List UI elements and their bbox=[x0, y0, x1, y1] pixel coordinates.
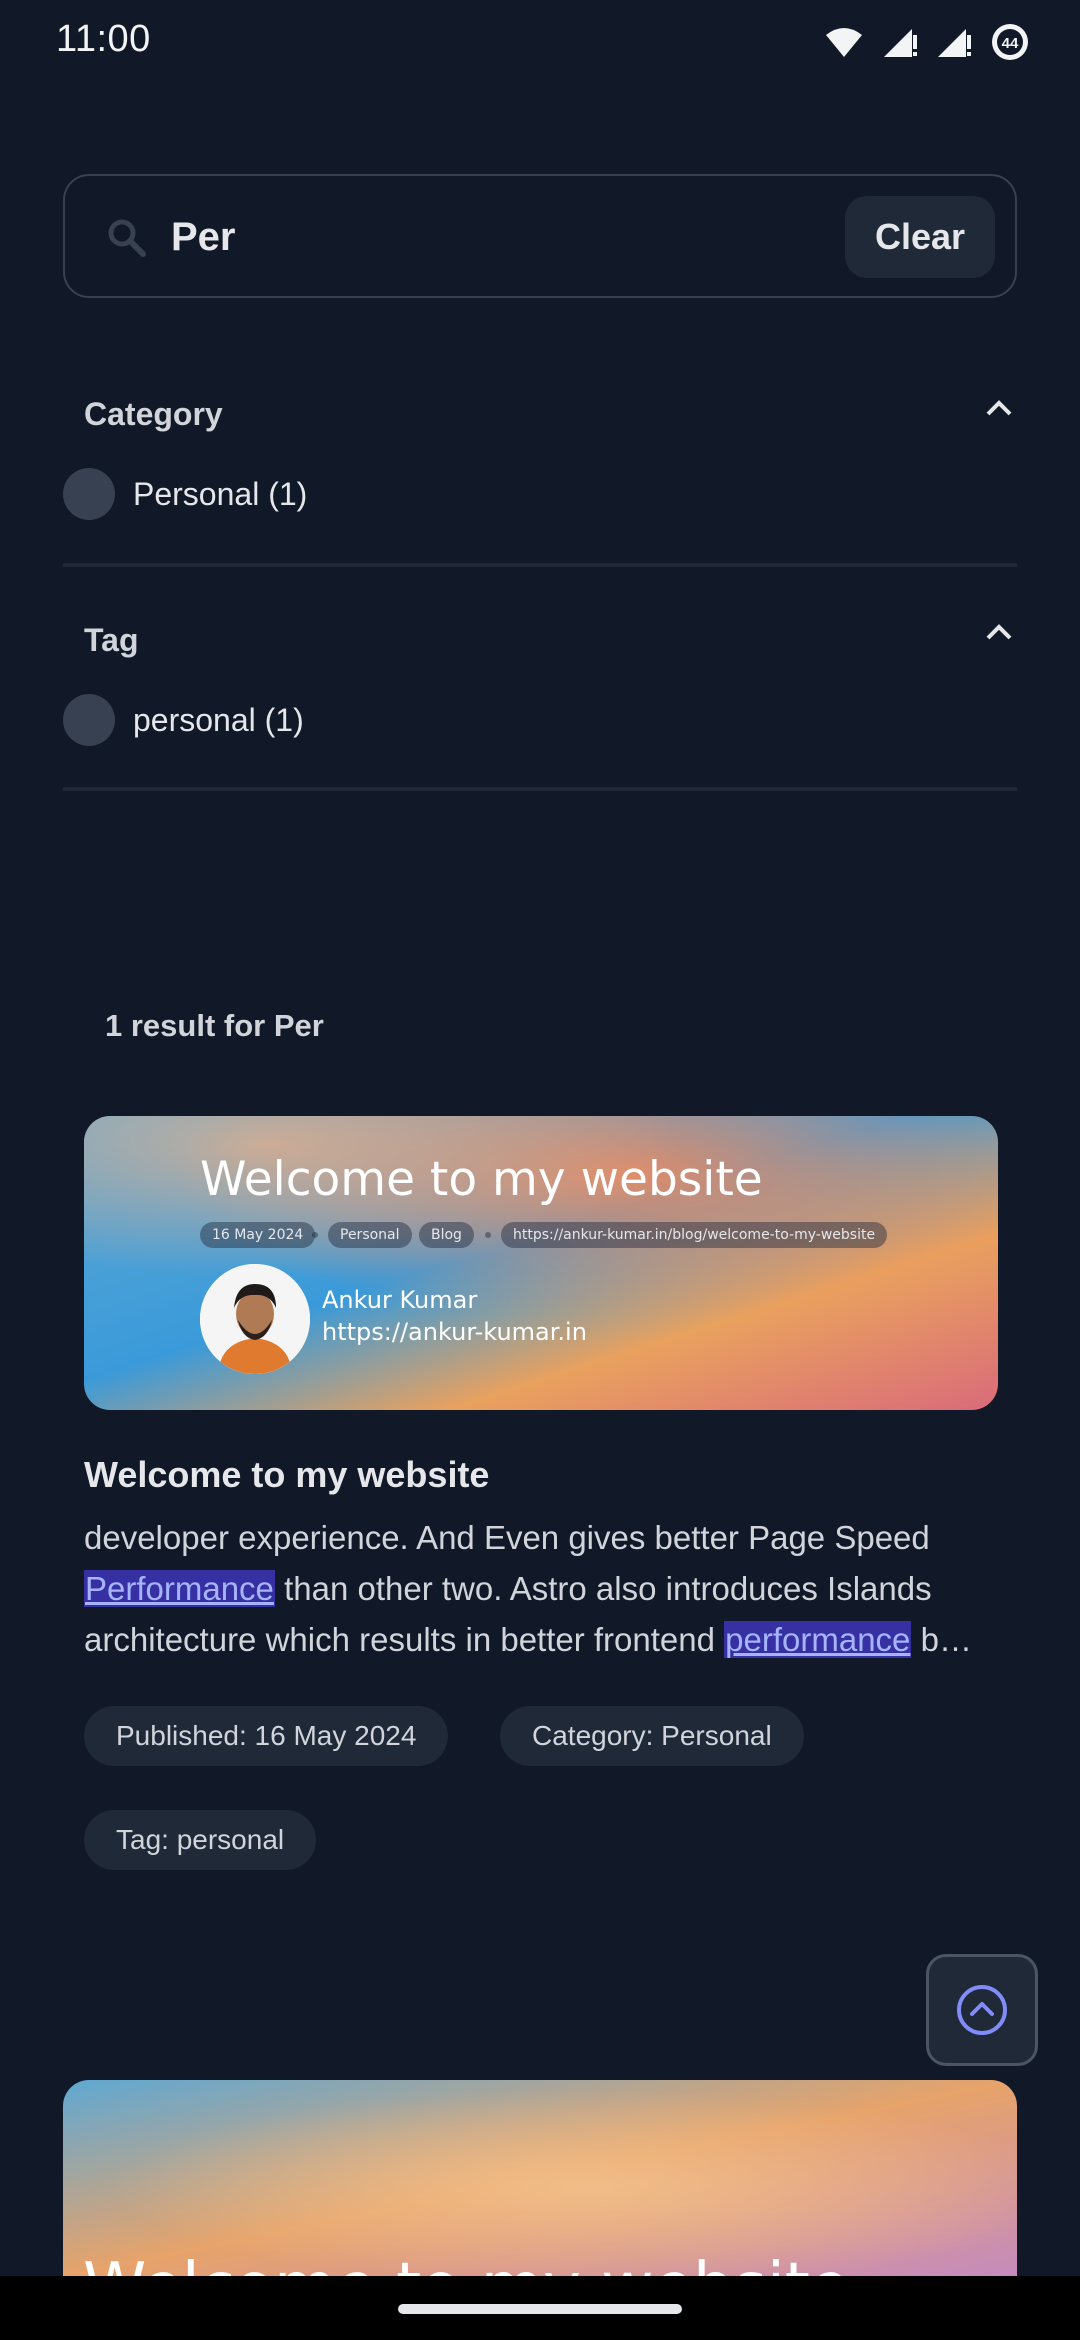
search-box[interactable]: Per Clear bbox=[63, 174, 1017, 298]
result-title[interactable]: Welcome to my website bbox=[84, 1454, 489, 1496]
tag-personal-radio[interactable] bbox=[63, 694, 115, 746]
card-image-type: Blog bbox=[419, 1222, 474, 1248]
card-image-url: https://ankur-kumar.in/blog/welcome-to-m… bbox=[501, 1222, 888, 1248]
excerpt-text: developer experience. And Even gives bet… bbox=[84, 1519, 930, 1556]
divider bbox=[63, 787, 1017, 791]
result-card-image[interactable]: Welcome to my website 16 May 2024 Person… bbox=[84, 1116, 998, 1410]
next-card-title: Welcome to my website bbox=[83, 2250, 849, 2276]
scroll-to-top-button[interactable] bbox=[926, 1954, 1038, 2066]
result-count: 1 result for Per bbox=[105, 1008, 324, 1043]
chevron-up-icon[interactable] bbox=[984, 398, 1014, 418]
tag-personal-label[interactable]: personal (1) bbox=[133, 702, 304, 739]
status-bar: 11:00 44 bbox=[0, 0, 1080, 84]
avatar bbox=[200, 1264, 310, 1374]
search-highlight: Performance bbox=[84, 1570, 275, 1607]
category-filter-title[interactable]: Category bbox=[84, 396, 223, 433]
separator-dot bbox=[312, 1232, 318, 1238]
category-personal-label[interactable]: Personal (1) bbox=[133, 476, 307, 513]
search-highlight: performance bbox=[724, 1621, 912, 1658]
next-card-image[interactable]: Welcome to my website bbox=[63, 2080, 1017, 2276]
status-icons: 44 bbox=[824, 22, 1030, 62]
battery-icon: 44 bbox=[992, 24, 1028, 60]
result-excerpt: developer experience. And Even gives bet… bbox=[84, 1512, 1004, 1665]
divider bbox=[63, 563, 1017, 567]
separator-dot bbox=[485, 1232, 491, 1238]
status-time: 11:00 bbox=[56, 18, 151, 60]
signal-icon bbox=[884, 29, 917, 57]
home-handle[interactable] bbox=[398, 2304, 682, 2314]
arrow-up-circle-icon bbox=[957, 1985, 1007, 2035]
card-image-date: 16 May 2024 bbox=[200, 1222, 316, 1248]
battery-level: 44 bbox=[1002, 35, 1019, 52]
wifi-icon bbox=[826, 28, 862, 57]
published-badge: Published: 16 May 2024 bbox=[84, 1706, 449, 1766]
category-badge[interactable]: Category: Personal bbox=[500, 1706, 804, 1766]
tag-badge[interactable]: Tag: personal bbox=[84, 1810, 317, 1870]
search-icon bbox=[108, 219, 146, 257]
card-image-author: Ankur Kumar bbox=[322, 1286, 478, 1314]
clear-button[interactable]: Clear bbox=[845, 196, 995, 278]
card-image-author-site: https://ankur-kumar.in bbox=[322, 1318, 587, 1346]
excerpt-text: b… bbox=[911, 1621, 972, 1658]
search-input[interactable]: Per bbox=[171, 206, 236, 268]
category-personal-radio[interactable] bbox=[63, 468, 115, 520]
card-image-title: Welcome to my website bbox=[200, 1152, 763, 1207]
chevron-up-icon[interactable] bbox=[984, 622, 1014, 642]
next-card-background bbox=[63, 2080, 1017, 2276]
card-image-category: Personal bbox=[328, 1222, 412, 1248]
tag-filter-title[interactable]: Tag bbox=[84, 622, 139, 659]
signal-icon-2 bbox=[938, 29, 971, 57]
